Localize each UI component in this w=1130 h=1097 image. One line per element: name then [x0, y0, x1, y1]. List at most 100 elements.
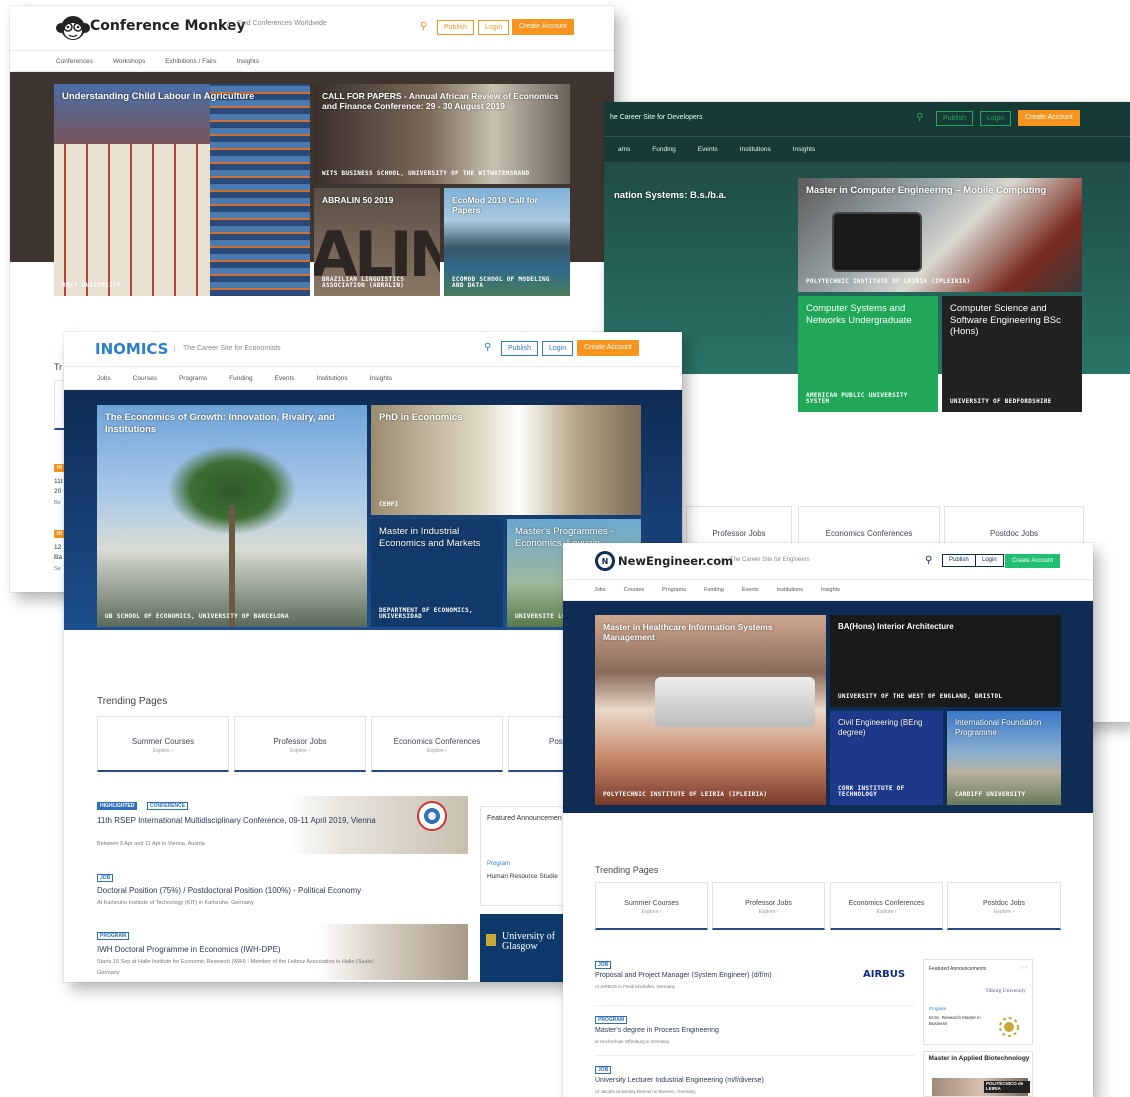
- ne-nav-funding[interactable]: Funding: [704, 587, 724, 593]
- ne-card-economics-conferences[interactable]: Economics Conferences Explore ›: [830, 882, 943, 930]
- phone-image: [832, 212, 922, 272]
- ne-brand-name[interactable]: NewEngineer.com: [618, 554, 733, 568]
- ne-tile-healthcare[interactable]: Master in Healthcare Information Systems…: [595, 615, 826, 805]
- card-explore: Explore ›: [641, 909, 662, 915]
- dev-card-professor-jobs[interactable]: Professor Jobs: [686, 506, 792, 548]
- dev-nav-institutions[interactable]: Institutions: [740, 146, 771, 153]
- tile-title: ABRALIN 50 2019: [322, 195, 394, 205]
- dev-login-button[interactable]: Login: [980, 111, 1012, 126]
- inomics-card-summer-courses[interactable]: Summer Courses Explore ›: [97, 716, 229, 772]
- dev-tile-computer-engineering[interactable]: Master in Computer Engineering – Mobile …: [798, 178, 1082, 292]
- listing-title[interactable]: Doctoral Position (75%) / Postdoctoral P…: [97, 886, 361, 895]
- tile-title: The Economics of Growth: Innovation, Riv…: [105, 412, 335, 435]
- listing-title[interactable]: Master's degree in Process Engineering: [595, 1027, 719, 1034]
- inomics-nav-courses[interactable]: Courses: [133, 375, 157, 382]
- cm-create-account-button[interactable]: Create Account: [512, 19, 574, 35]
- dev-tile-computer-systems[interactable]: Computer Systems and Networks Undergradu…: [798, 296, 938, 412]
- search-icon[interactable]: ⚲: [925, 555, 932, 567]
- card-label: Economics Conferences: [848, 900, 925, 907]
- dev-nav-programs[interactable]: ams: [618, 146, 630, 153]
- ne-nav-courses[interactable]: Courses: [624, 587, 644, 593]
- ne-card-professor-jobs[interactable]: Professor Jobs Explore ›: [712, 882, 825, 930]
- listing-title[interactable]: IWH Doctoral Programme in Economics (IWH…: [97, 945, 281, 954]
- card-explore: Explore ›: [876, 909, 897, 915]
- inomics-card-professor-jobs[interactable]: Professor Jobs Explore ›: [234, 716, 366, 772]
- cm-tile-call-for-papers[interactable]: CALL FOR PAPERS - Annual African Review …: [314, 84, 570, 184]
- listing-title[interactable]: Proposal and Project Manager (System Eng…: [595, 972, 772, 979]
- ne-nav-insights[interactable]: Insights: [821, 587, 840, 593]
- tile-source: POLYTECHNIC INSTITUTE OF LEIRIA (IPLEIRI…: [603, 791, 768, 799]
- dev-header: he Career Site for Developers ⚲ Publish …: [604, 102, 1130, 136]
- card-label: Summer Courses: [131, 737, 195, 746]
- listing-meta: At Karlsruhe Institute of Technology (KI…: [97, 900, 254, 906]
- dev-tile-computer-science[interactable]: Computer Science and Software Engineerin…: [942, 296, 1082, 412]
- dev-publish-button[interactable]: Publish: [936, 111, 973, 126]
- inomics-tile-economics-growth[interactable]: The Economics of Growth: Innovation, Riv…: [97, 405, 367, 627]
- dev-nav-funding[interactable]: Funding: [652, 146, 676, 153]
- ne-nav-programs[interactable]: Programs: [662, 587, 686, 593]
- card-label: Professor Jobs: [273, 737, 327, 746]
- card-explore: Explore ›: [289, 748, 310, 754]
- dev-card-economics-conferences[interactable]: Economics Conferences: [798, 506, 940, 548]
- cm-nav-workshops[interactable]: Workshops: [113, 58, 145, 65]
- university-crest-icon: [486, 934, 496, 946]
- ne-tile-interior-architecture[interactable]: BA(Hons) Interior Architecture UNIVERSIT…: [830, 615, 1061, 707]
- cm-list-fragment: 12: [54, 544, 62, 551]
- tile-source: CEMFI: [379, 501, 399, 509]
- ne-card-summer-courses[interactable]: Summer Courses Explore ›: [595, 882, 708, 930]
- cm-tile-abralin[interactable]: ALIN ABRALIN 50 2019 BRAZILIAN LINGUISTI…: [314, 188, 440, 296]
- palm-trunk: [229, 505, 235, 627]
- cm-tile-ecomod[interactable]: EcoMod 2019 Call for Papers ECOMOD SCHOO…: [444, 188, 570, 296]
- inomics-publish-button[interactable]: Publish: [501, 341, 538, 356]
- cm-nav-conferences[interactable]: Conferences: [56, 58, 93, 65]
- inomics-nav-institutions[interactable]: Institutions: [317, 375, 348, 382]
- search-icon[interactable]: ⚲: [420, 21, 427, 33]
- ne-nav-jobs[interactable]: Jobs: [594, 587, 606, 593]
- dev-create-account-button[interactable]: Create Account: [1018, 110, 1080, 126]
- inomics-create-account-button[interactable]: Create Account: [577, 340, 639, 356]
- ne-create-account-button[interactable]: Create Account: [1005, 554, 1061, 568]
- inomics-nav-jobs[interactable]: Jobs: [97, 375, 111, 382]
- cm-tile-child-labour[interactable]: Understanding Child Labour in Agricultur…: [54, 84, 310, 296]
- ne-login-button[interactable]: Login: [975, 554, 1004, 567]
- inomics-nav-insights[interactable]: Insights: [370, 375, 392, 382]
- dev-tagline: he Career Site for Developers: [610, 114, 703, 121]
- cm-nav-exhibitions[interactable]: Exhibitions / Fairs: [165, 58, 216, 65]
- ne-publish-button[interactable]: Publish: [942, 554, 976, 567]
- search-icon[interactable]: ⚲: [916, 112, 923, 124]
- dev-nav-events[interactable]: Events: [698, 146, 718, 153]
- dev-nav-insights[interactable]: Insights: [793, 146, 815, 153]
- listing-divider: [595, 1005, 915, 1006]
- cm-publish-button[interactable]: Publish: [437, 20, 474, 35]
- ne-tile-foundation-programme[interactable]: International Foundation Programme CARDI…: [947, 711, 1061, 805]
- inomics-nav-programs[interactable]: Programs: [179, 375, 207, 382]
- inomics-card-economics-conferences[interactable]: Economics Conferences Explore ›: [371, 716, 503, 772]
- inomics-tile-phd-economics[interactable]: PhD in Economics CEMFI: [371, 405, 641, 515]
- inomics-login-button[interactable]: Login: [542, 341, 574, 356]
- cm-list-fragment: Be: [54, 500, 61, 506]
- inomics-tile-industrial-economics[interactable]: Master in Industrial Economics and Marke…: [371, 519, 503, 627]
- ne-nav-institutions[interactable]: Institutions: [777, 587, 803, 593]
- inomics-brand-name[interactable]: INOMICS: [95, 340, 168, 358]
- tile-source: RMIT UNIVERSITY: [62, 282, 121, 290]
- search-icon[interactable]: ⚲: [484, 342, 491, 354]
- ne-biotech-ad[interactable]: Master in Applied Biotechnology POLITÉCN…: [923, 1051, 1033, 1097]
- cm-brand-name[interactable]: Conference Monkey: [90, 18, 246, 34]
- inomics-nav-funding[interactable]: Funding: [229, 375, 253, 382]
- dev-card-postdoc-jobs[interactable]: Postdoc Jobs: [944, 506, 1084, 548]
- carousel-arrows[interactable]: ‹ ›: [1021, 965, 1027, 971]
- cm-nav-insights[interactable]: Insights: [237, 58, 259, 65]
- cm-list-fragment: 20: [54, 488, 62, 495]
- ne-tagline: The Career Site for Engineers: [721, 557, 810, 563]
- ne-card-postdoc-jobs[interactable]: Postdoc Jobs Explore ›: [947, 882, 1061, 930]
- ne-tile-civil-engineering[interactable]: Civil Engineering (BEng degree) CORK INS…: [830, 711, 943, 805]
- job-badge: JOB: [595, 1066, 612, 1074]
- svg-text:N: N: [602, 557, 609, 566]
- inomics-tagline: The Career Site for Economists: [174, 345, 281, 352]
- listing-title[interactable]: University Lecturer Industrial Engineeri…: [595, 1077, 764, 1084]
- cm-login-button[interactable]: Login: [478, 20, 510, 35]
- tile-title: Master in Industrial Economics and Marke…: [379, 526, 481, 549]
- listing-title[interactable]: 11th RSEP International Multidisciplinar…: [97, 816, 377, 826]
- inomics-nav-events[interactable]: Events: [275, 375, 295, 382]
- ne-nav-events[interactable]: Events: [742, 587, 759, 593]
